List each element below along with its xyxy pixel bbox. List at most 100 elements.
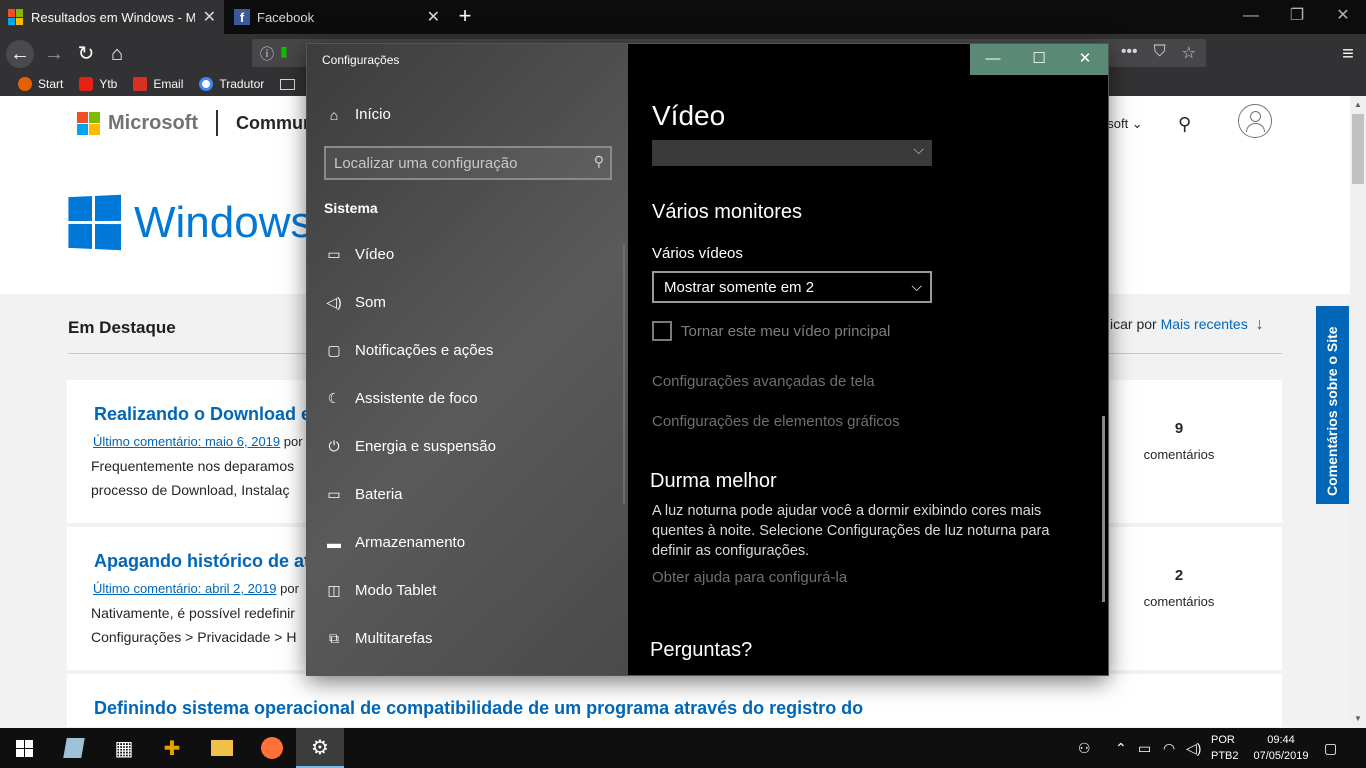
bookmark-folder[interactable]	[280, 78, 296, 90]
scroll-thumb[interactable]	[1352, 114, 1364, 184]
sleep-better-heading: Durma melhor	[650, 470, 777, 492]
taskbar-app-calculator[interactable]: ▦	[100, 728, 148, 768]
reload-icon[interactable]: ↻	[72, 40, 100, 68]
youtube-icon	[79, 77, 94, 91]
battery-icon[interactable]: ▭	[1138, 728, 1151, 768]
article-title[interactable]: Apagando histórico de at	[94, 551, 310, 572]
chevron-up-icon[interactable]: ⌃	[1115, 728, 1127, 768]
checkbox[interactable]	[652, 321, 672, 341]
clock[interactable]: 09:44 07/05/2019	[1248, 732, 1314, 764]
bookmark-email[interactable]: Email	[133, 77, 183, 91]
tab-facebook[interactable]: f Facebook ✕	[226, 0, 448, 34]
sidebar-item-power[interactable]: ⏻ Energia e suspensão	[325, 438, 495, 455]
gmail-icon	[133, 77, 148, 91]
comment-count: 2 comentários	[1143, 567, 1215, 609]
settings-window: Configurações ⌂ Início ⚲ Sistema ▭ Vídeo…	[307, 44, 1108, 675]
forward-arrow-icon[interactable]: →	[40, 40, 68, 68]
maximize-icon[interactable]: ☐	[1016, 44, 1062, 75]
taskbar-app-explorer[interactable]	[198, 728, 246, 768]
back-arrow-icon[interactable]: ←	[6, 40, 34, 68]
sidebar-item-tablet-mode[interactable]: ◫ Modo Tablet	[325, 582, 436, 599]
close-tab-icon[interactable]: ✕	[427, 7, 440, 27]
minimize-icon[interactable]: —	[1228, 0, 1274, 34]
sidebar-item-multitasking[interactable]: ⧉ Multitarefas	[325, 630, 433, 647]
people-icon[interactable]: ⚇	[1078, 728, 1091, 768]
content-scrollbar[interactable]	[1102, 416, 1105, 602]
avatar[interactable]	[1238, 104, 1272, 138]
article-meta: Último comentário: abril 2, 2019 por	[93, 581, 299, 596]
questions-heading: Perguntas?	[650, 639, 753, 661]
taskbar-app-tablet[interactable]	[50, 728, 98, 768]
sort-link[interactable]: Mais recentes	[1161, 316, 1248, 332]
sidebar-item-notifications[interactable]: ▢ Notificações e ações	[325, 342, 493, 359]
start-button[interactable]	[0, 728, 48, 768]
tab-title: Facebook	[257, 9, 315, 25]
site-feedback-tab[interactable]: Comentários sobre o Site	[1316, 306, 1349, 504]
calculator-icon: ▦	[114, 737, 134, 760]
article-title[interactable]: Realizando o Download e	[94, 404, 311, 425]
menu-icon[interactable]: ≡	[1334, 40, 1362, 68]
taskbar-app-snipping[interactable]: ✚	[148, 728, 196, 768]
arrow-down-icon: ↓	[1255, 316, 1264, 333]
speaker-icon: ◁)	[326, 294, 342, 310]
sidebar-item-battery[interactable]: ▭ Bateria	[325, 486, 402, 503]
network-icon[interactable]: ◠	[1163, 728, 1175, 768]
sort-control[interactable]: icar por Mais recentes ↓	[1110, 316, 1264, 334]
new-tab-button[interactable]: +	[452, 4, 478, 30]
display-dropdown[interactable]: ⌵	[652, 140, 932, 166]
settings-search[interactable]: ⚲	[324, 146, 612, 180]
folder-icon	[280, 78, 296, 90]
page-title: Vídeo	[652, 100, 726, 131]
article-title[interactable]: Definindo sistema operacional de compati…	[94, 698, 863, 719]
close-window-icon[interactable]: ✕	[1320, 0, 1366, 34]
scroll-down-icon[interactable]: ▼	[1350, 714, 1366, 723]
firefox-icon	[261, 737, 283, 759]
multi-videos-select[interactable]: Mostrar somente em 2 ⌵	[652, 271, 932, 303]
sleep-text: A luz noturna pode ajudar você a dormir …	[652, 503, 1050, 559]
close-icon[interactable]: ✕	[1062, 44, 1108, 75]
tablet-icon: ◫	[327, 582, 341, 598]
help-link[interactable]: Obter ajuda para configurá-la	[652, 569, 847, 586]
sidebar-scrollbar[interactable]	[623, 244, 625, 504]
section-heading: Em Destaque	[68, 318, 176, 337]
taskbar-app-settings[interactable]: ⚙	[296, 728, 344, 768]
multi-monitors-heading: Vários monitores	[652, 201, 803, 223]
notification-center-icon[interactable]: ▢	[1324, 728, 1337, 768]
restore-icon[interactable]: ❐	[1274, 0, 1320, 34]
advanced-display-link[interactable]: Configurações avançadas de tela	[652, 373, 875, 390]
home-icon: ⌂	[329, 106, 339, 123]
tab-windows-results[interactable]: Resultados em Windows - Micr ✕	[0, 0, 224, 34]
sidebar-item-home[interactable]: ⌂ Início	[325, 106, 391, 123]
snipping-tool-icon: ✚	[163, 737, 181, 760]
bookmark-star-icon[interactable]: ☆	[1182, 43, 1196, 63]
bookmark-ytb[interactable]: Ytb	[79, 77, 117, 91]
sidebar-item-storage[interactable]: ▬ Armazenamento	[325, 534, 465, 551]
microsoft-grid-icon	[77, 111, 100, 135]
home-icon[interactable]: ⌂	[103, 40, 131, 68]
info-icon[interactable]: ⓘ	[260, 44, 274, 64]
microsoft-logo[interactable]: Microsoft Commun	[77, 110, 314, 136]
sidebar-item-sound[interactable]: ◁) Som	[325, 294, 386, 311]
community-link[interactable]: Commun	[236, 113, 314, 134]
page-scrollbar[interactable]: ▲ ▼	[1350, 96, 1366, 727]
search-icon[interactable]: ⚲	[594, 153, 604, 170]
search-icon[interactable]: ⚲	[1178, 114, 1191, 135]
moon-icon: ☾	[327, 390, 341, 406]
minimize-icon[interactable]: —	[970, 44, 1016, 75]
main-display-checkbox[interactable]: Tornar este meu vídeo principal	[652, 321, 890, 341]
sidebar-item-video[interactable]: ▭ Vídeo	[325, 246, 394, 263]
page-actions-icon[interactable]: •••	[1121, 43, 1138, 63]
settings-sidebar: Configurações ⌂ Início ⚲ Sistema ▭ Vídeo…	[307, 44, 628, 675]
close-tab-icon[interactable]: ✕	[203, 7, 216, 27]
input-language[interactable]: POR PTB2	[1211, 732, 1239, 764]
sidebar-item-focus-assist[interactable]: ☾ Assistente de foco	[325, 390, 478, 407]
search-input[interactable]	[334, 153, 584, 173]
bookmark-tradutor[interactable]: Tradutor	[199, 77, 264, 91]
pocket-icon[interactable]: ⛉	[1154, 43, 1166, 63]
volume-icon[interactable]: ◁)	[1186, 728, 1201, 768]
settings-content: Vídeo ⌵ Vários monitores Vários vídeos M…	[628, 44, 1108, 675]
scroll-up-icon[interactable]: ▲	[1350, 100, 1366, 109]
bookmark-start[interactable]: Start	[18, 77, 63, 91]
graphics-settings-link[interactable]: Configurações de elementos gráficos	[652, 413, 900, 430]
taskbar-app-firefox[interactable]	[248, 728, 296, 768]
